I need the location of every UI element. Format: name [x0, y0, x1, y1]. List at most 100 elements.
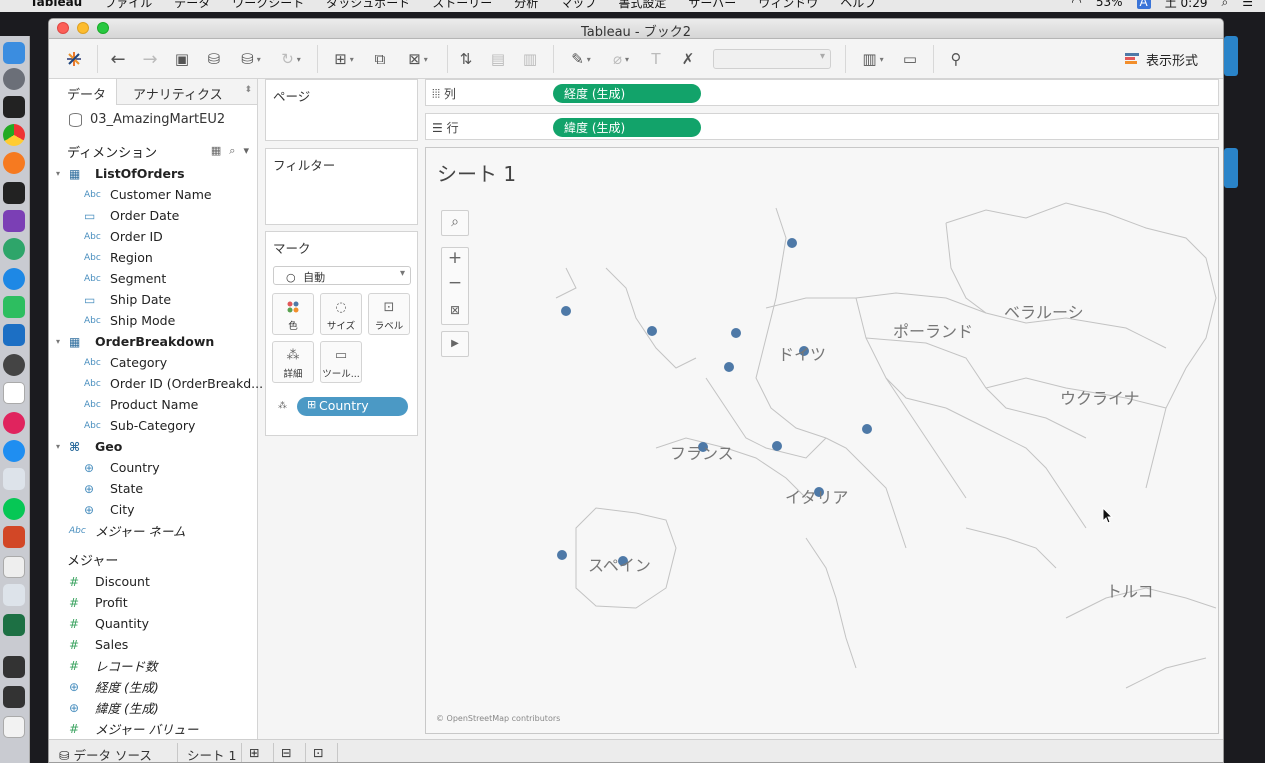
new-sheet-icon[interactable]: ⊞ ▾	[325, 48, 363, 70]
dimension-field[interactable]: Abc Order ID (OrderBreakd...	[84, 373, 263, 394]
terminal-icon[interactable]	[3, 182, 25, 204]
undo-icon[interactable]: ←	[107, 48, 129, 70]
country-mark[interactable]	[787, 238, 797, 248]
collapse-caret-icon[interactable]: ▾	[56, 169, 60, 178]
swap-icon[interactable]: ⇅	[455, 48, 477, 70]
measure-field[interactable]: # メジャー バリュー	[69, 718, 198, 739]
tab-analytics[interactable]: アナリティクス ⬍	[117, 79, 258, 105]
country-mark[interactable]	[647, 326, 657, 336]
app-icon-7[interactable]	[3, 656, 25, 678]
show-me-button[interactable]: 表示形式	[1125, 49, 1198, 69]
refresh-icon[interactable]: ↻ ▾	[273, 48, 309, 70]
firefox-icon[interactable]	[3, 152, 25, 174]
filters-card[interactable]: フィルター	[265, 148, 418, 225]
country-mark[interactable]	[772, 441, 782, 451]
show-cards-icon[interactable]: ▥ ▾	[855, 48, 891, 70]
measure-field[interactable]: ⊕ 緯度 (生成)	[69, 697, 159, 718]
collapse-caret-icon[interactable]: ▾	[56, 442, 60, 451]
measure-field[interactable]: # Sales	[69, 634, 128, 655]
dimension-field[interactable]: Abc Segment	[84, 268, 166, 289]
app-icon-1[interactable]	[3, 96, 25, 118]
measure-field[interactable]: # Quantity	[69, 613, 149, 634]
new-worksheet-icon[interactable]: ⊞	[249, 745, 259, 760]
highlight-icon[interactable]: ✎ ▾	[563, 48, 599, 70]
sheet1-tab[interactable]: シート 1	[187, 745, 236, 762]
menu-item[interactable]: 書式設定	[618, 0, 666, 11]
dimension-field[interactable]: Abc Ship Mode	[84, 310, 175, 331]
dimension-field[interactable]: Abc Category	[84, 352, 167, 373]
dimension-field[interactable]: ⊕ State	[84, 478, 143, 499]
datasource-tab[interactable]: ⛁ データ ソース	[59, 745, 152, 762]
new-dashboard-icon[interactable]: ⊟	[281, 745, 291, 760]
evernote-icon[interactable]	[3, 296, 25, 318]
menu-item[interactable]: ダッシュボード	[326, 0, 410, 11]
calendar-icon[interactable]	[3, 382, 25, 404]
menu-item[interactable]: サーバー	[688, 0, 736, 11]
map-tools-expand-button[interactable]: ▶	[441, 331, 469, 357]
reset-map-icon[interactable]: ⊠	[442, 298, 468, 324]
measure-field[interactable]: # Discount	[69, 571, 150, 592]
input-source[interactable]: A	[1136, 0, 1151, 9]
excel-icon[interactable]	[3, 614, 25, 636]
dimension-field[interactable]: ▭ Order Date	[84, 205, 179, 226]
menu-caret-icon[interactable]: ▾	[243, 144, 249, 158]
marks-layer[interactable]	[557, 238, 872, 566]
menu-item[interactable]: データ	[174, 0, 210, 11]
dimension-field[interactable]: Abc Sub-Category	[84, 415, 195, 436]
dimension-field[interactable]: ▭ Ship Date	[84, 289, 171, 310]
chrome-icon[interactable]	[3, 124, 25, 146]
menu-item[interactable]: ワークシート	[232, 0, 304, 11]
group-icon[interactable]: ⌀ ▾	[603, 48, 639, 70]
app-icon-3[interactable]	[3, 268, 25, 290]
collapse-caret-icon[interactable]: ▾	[56, 337, 60, 346]
country-mark[interactable]	[557, 550, 567, 560]
new-story-icon[interactable]: ⊡	[313, 745, 323, 760]
sort-descending-icon[interactable]: ▥	[519, 48, 541, 70]
fit-dropdown[interactable]	[713, 49, 831, 69]
menu-item[interactable]: ウィンドウ	[758, 0, 818, 11]
measure-field[interactable]: # Profit	[69, 592, 128, 613]
duplicate-sheet-icon[interactable]: ⧉	[369, 48, 391, 70]
measure-field[interactable]: ⊕ 経度 (生成)	[69, 676, 159, 697]
line-icon[interactable]	[3, 498, 25, 520]
clear-sheet-icon[interactable]: ⊠ ▾	[399, 48, 437, 70]
wifi-icon[interactable]: ◠	[1071, 0, 1081, 9]
menu-list-icon[interactable]: ☰	[1242, 0, 1253, 9]
table-folder[interactable]: ⌘ Geo	[69, 436, 122, 457]
latitude-pill[interactable]: 緯度 (生成)	[553, 118, 701, 137]
redo-icon[interactable]: →	[139, 48, 161, 70]
detail-button[interactable]: ⁂ 詳細	[272, 341, 314, 383]
menu-item[interactable]: ヘルプ	[840, 0, 876, 11]
tableau-logo-icon[interactable]	[63, 48, 85, 70]
mark-type-select[interactable]: ○ 自動	[273, 266, 411, 285]
menu-item[interactable]: Tableau	[30, 0, 82, 9]
menu-item[interactable]: ストーリー	[432, 0, 492, 11]
label-button[interactable]: ⊡ ラベル	[368, 293, 410, 335]
map-view[interactable]: シート 1 ⌕ + − ⊠ ▶ ポーランド ベラルーシ ウクライナ ドイツ フラ…	[425, 147, 1219, 734]
finder-icon[interactable]	[3, 42, 25, 64]
datasource-item[interactable]: 03_AmazingMartEU2	[69, 112, 225, 127]
map-attribution[interactable]: © OpenStreetMap contributors	[436, 714, 560, 723]
app-icon-8[interactable]	[3, 686, 25, 708]
powerpoint-icon[interactable]	[3, 526, 25, 548]
app-icon-2[interactable]	[3, 210, 25, 232]
new-datasource-icon[interactable]: ⛁	[203, 48, 225, 70]
map-canvas[interactable]	[426, 148, 1219, 734]
tooltip-button[interactable]: ▭ ツール...	[320, 341, 362, 383]
presentation-icon[interactable]: ▭	[899, 48, 921, 70]
table-folder[interactable]: ▦ ListOfOrders	[69, 163, 185, 184]
dimension-field[interactable]: Abc Customer Name	[84, 184, 212, 205]
sort-ascending-icon[interactable]: ▤	[487, 48, 509, 70]
atom-icon[interactable]	[3, 238, 25, 260]
menu-item[interactable]: ファイル	[104, 0, 152, 11]
country-mark[interactable]	[561, 306, 571, 316]
measure-field[interactable]: # レコード数	[69, 655, 158, 676]
country-mark[interactable]	[724, 362, 734, 372]
clock[interactable]: 土 0:29	[1165, 0, 1208, 11]
country-mark[interactable]	[862, 424, 872, 434]
share-icon[interactable]: ⚲	[945, 48, 967, 70]
menu-item[interactable]: 分析	[514, 0, 538, 11]
map-search-button[interactable]: ⌕	[441, 210, 469, 236]
search-icon[interactable]: ⌕	[229, 144, 235, 158]
fix-axes-icon[interactable]: ✗	[677, 48, 699, 70]
